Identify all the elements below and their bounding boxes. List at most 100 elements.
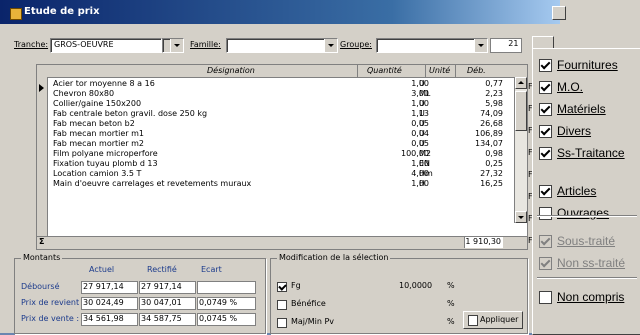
page-number-field[interactable]: 21 — [490, 38, 522, 53]
table-row[interactable]: Fab mecan beton b2 0,05 U 26,68 — [47, 119, 503, 129]
window-button[interactable] — [552, 6, 566, 20]
cell-unite: M2 — [419, 149, 431, 158]
table-row[interactable]: Fixation tuyau plomb d 13 1,00 EN 0,25 — [47, 159, 503, 169]
header-deb[interactable]: Déb. — [467, 66, 486, 75]
tranche-dropdown-button[interactable] — [162, 38, 184, 53]
benefice-checkbox[interactable] — [277, 300, 287, 310]
tranche-combo[interactable]: GROS-OEUVRE — [50, 38, 162, 53]
majmin-checkbox[interactable] — [277, 318, 287, 328]
fg-checkbox[interactable] — [277, 282, 287, 292]
montants-title: Montants — [21, 253, 63, 262]
fg-value[interactable]: 10,0000 — [399, 281, 432, 290]
cell-designation: Fab centrale beton gravil. dose 250 kg — [53, 109, 208, 118]
menu-item-checkbox[interactable] — [539, 147, 552, 160]
menu-item-checkbox[interactable] — [539, 81, 552, 94]
cell-designation: Chevron 80x80 — [53, 89, 115, 98]
majmin-unit: % — [447, 317, 455, 326]
table-row[interactable]: Collier/gaine 150x200 1,00 U 5,98 — [47, 99, 503, 109]
table-row[interactable]: Fab centrale beton gravil. dose 250 kg 1,… — [47, 109, 503, 119]
modification-title: Modification de la sélection — [277, 253, 391, 262]
menu-item[interactable]: Ouvrages — [537, 205, 640, 221]
cell-unite: U — [419, 99, 425, 108]
groupe-combo[interactable] — [376, 38, 488, 53]
menu-item-label: Non ss-traité — [557, 256, 626, 270]
col-rectifie: Rectifié — [147, 265, 177, 274]
menu-item: Non ss-traité — [537, 255, 640, 271]
montants-group: Montants Actuel Rectifié Ecart Déboursé 2… — [14, 253, 266, 334]
chevron-down-icon — [324, 39, 337, 52]
table-row[interactable]: Main d'oeuvre carrelages et revetements … — [47, 179, 503, 189]
appliquer-label: Appliquer — [480, 315, 519, 324]
menu-item[interactable]: Articles — [537, 183, 640, 199]
articles-grid[interactable]: Désignation Quantité Unité Déb. Acier to… — [36, 64, 528, 250]
document-icon — [468, 315, 478, 326]
cell-designation: Film polyane microperfore — [53, 149, 158, 158]
menu-item-label: Ss-Traitance — [557, 146, 625, 160]
table-row[interactable]: Location camion 3.5 T 4,00 Hm 27,32 — [47, 169, 503, 179]
window-title: Etude de prix — [24, 6, 100, 17]
menu-item[interactable]: Ss-Traitance — [537, 145, 640, 161]
cell-deb: 134,07 — [475, 139, 503, 148]
cell-designation: Main d'oeuvre carrelages et revetements … — [53, 179, 252, 188]
page-number-value: 21 — [508, 39, 519, 48]
menu-item-checkbox[interactable] — [539, 59, 552, 72]
total-value: 1 910,30 — [464, 237, 503, 248]
menu-item[interactable]: Non compris — [537, 289, 640, 305]
montant-label: Prix de revient : — [21, 298, 85, 307]
vertical-scrollbar[interactable] — [514, 77, 527, 223]
menu-item-label: M.O. — [557, 80, 583, 94]
menu-item-checkbox[interactable] — [539, 207, 552, 220]
groupe-label: Groupe: — [340, 40, 372, 49]
table-row[interactable]: Fab mecan mortier m1 0,04 U 106,89 — [47, 129, 503, 139]
famille-combo[interactable] — [226, 38, 338, 53]
cell-designation: Fixation tuyau plomb d 13 — [53, 159, 158, 168]
chevron-down-icon — [170, 39, 183, 52]
menu-item[interactable]: Matériels — [537, 101, 640, 117]
table-row[interactable]: Film polyane microperfore 100,00 M2 0,98 — [47, 149, 503, 159]
menu-item-checkbox[interactable] — [539, 103, 552, 116]
scroll-down-arrow-icon[interactable] — [515, 211, 527, 223]
montant-actuel: 27 917,14 — [81, 281, 138, 294]
col-actuel: Actuel — [89, 265, 115, 274]
app-icon — [10, 8, 22, 20]
cell-deb: 0,25 — [485, 159, 503, 168]
montant-ecart: 0,0745 % — [197, 313, 256, 326]
montant-rectifie: 34 587,75 — [139, 313, 196, 326]
cell-deb: 27,32 — [480, 169, 503, 178]
montant-rectifie: 30 047,01 — [139, 297, 196, 310]
cell-deb: 2,23 — [485, 89, 503, 98]
sigma-icon: Σ — [39, 237, 45, 246]
cell-deb: 106,89 — [475, 129, 503, 138]
header-unite[interactable]: Unité — [429, 66, 450, 75]
appliquer-button[interactable]: Appliquer — [463, 311, 523, 329]
menu-item-checkbox[interactable] — [539, 125, 552, 138]
majmin-label: Maj/Min Pv — [291, 317, 335, 326]
modification-group: Modification de la sélection Fg 10,0000 … — [270, 253, 528, 334]
table-row[interactable]: Acier tor moyenne 8 a 16 1,00 U 0,77 — [47, 79, 503, 89]
menu-item-label: Sous-traité — [557, 234, 616, 248]
menu-separator — [537, 277, 637, 279]
scroll-up-arrow-icon[interactable] — [515, 77, 527, 89]
header-designation[interactable]: Désignation — [207, 66, 255, 75]
header-separator — [357, 65, 358, 77]
fg-label: Fg — [291, 281, 301, 290]
montant-actuel: 34 561,98 — [81, 313, 138, 326]
cell-deb: 26,68 — [480, 119, 503, 128]
menu-item[interactable]: Divers — [537, 123, 640, 139]
menu-item-label: Matériels — [557, 102, 606, 116]
table-row[interactable]: Fab mecan mortier m2 0,05 U 134,07 — [47, 139, 503, 149]
header-quantite[interactable]: Quantité — [367, 66, 402, 75]
menu-item[interactable]: Fournitures — [537, 57, 640, 73]
cell-deb: 0,98 — [485, 149, 503, 158]
header-separator — [425, 65, 426, 77]
chevron-down-icon — [474, 39, 487, 52]
menu-item[interactable]: M.O. — [537, 79, 640, 95]
cell-unite: ML — [419, 89, 431, 98]
menu-item-checkbox[interactable] — [539, 291, 552, 304]
scroll-thumb[interactable] — [515, 91, 527, 131]
menu-item-checkbox[interactable] — [539, 185, 552, 198]
table-row[interactable]: Chevron 80x80 3,00 ML 2,23 — [47, 89, 503, 99]
famille-label: Famille: — [190, 40, 221, 49]
title-bar[interactable]: Etude de prix — [0, 0, 566, 24]
cell-designation: Fab mecan beton b2 — [53, 119, 135, 128]
